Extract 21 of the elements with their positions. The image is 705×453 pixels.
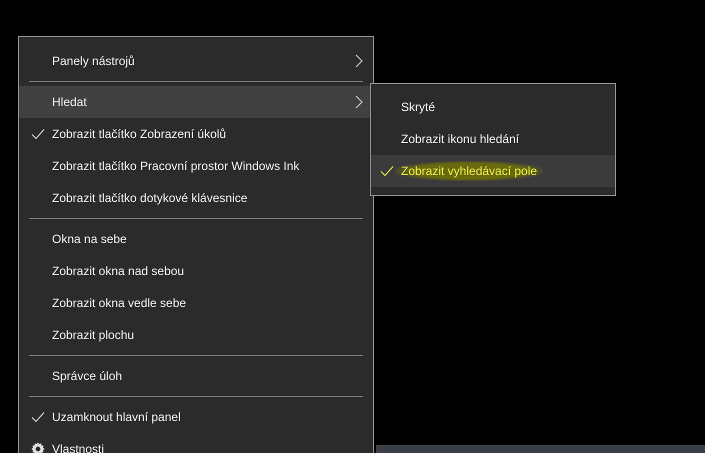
menu-item[interactable]: Zobrazit ikonu hledání: [371, 123, 615, 155]
menu-item[interactable]: Správce úloh: [19, 360, 373, 392]
menu-item[interactable]: Zobrazit plochu: [19, 319, 373, 351]
menu-item[interactable]: Zobrazit tlačítko dotykové klávesnice: [19, 182, 373, 214]
menu-item[interactable]: Skryté: [371, 91, 615, 123]
menu-item[interactable]: Okna na sebe: [19, 223, 373, 255]
chevron-right-icon: [355, 95, 363, 109]
menu-item[interactable]: Uzamknout hlavní panel: [19, 401, 373, 433]
menu-item[interactable]: Zobrazit okna nad sebou: [19, 255, 373, 287]
chevron-right-icon: [355, 54, 363, 68]
menu-item[interactable]: Zobrazit vyhledávací pole: [371, 155, 615, 187]
menu-item[interactable]: Zobrazit okna vedle sebe: [19, 287, 373, 319]
menu-item[interactable]: Panely nástrojů: [19, 45, 373, 77]
checkmark-icon: [30, 128, 44, 140]
checkmark-icon: [380, 165, 394, 177]
settings-icon: [30, 442, 44, 453]
menu-item[interactable]: Zobrazit tlačítko Zobrazení úkolů: [19, 118, 373, 150]
menu-item[interactable]: Zobrazit tlačítko Pracovní prostor Windows Ink: [19, 150, 373, 182]
checkmark-icon: [30, 411, 44, 423]
menu-item[interactable]: Vlastnosti: [19, 433, 373, 453]
menu-item[interactable]: Hledat: [19, 86, 373, 118]
